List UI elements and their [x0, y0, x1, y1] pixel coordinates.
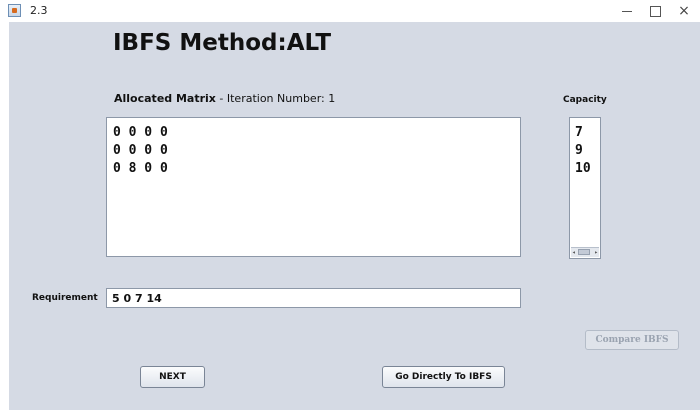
close-button[interactable]: × [666, 0, 700, 22]
horizontal-scrollbar[interactable]: ◂ ▸ [571, 247, 599, 257]
next-button[interactable]: NEXT [140, 366, 205, 388]
iteration-number-text: - Iteration Number: 1 [215, 92, 336, 105]
allocated-matrix-textarea[interactable]: 0 0 0 0 0 0 0 0 0 8 0 0 [106, 117, 521, 257]
matrix-row: 0 0 0 0 [113, 125, 168, 140]
requirement-field[interactable]: 5 0 7 14 [106, 288, 521, 308]
scroll-right-icon[interactable]: ▸ [594, 249, 598, 256]
go-directly-to-ibfs-button[interactable]: Go Directly To IBFS [382, 366, 505, 388]
allocated-matrix-title: Allocated Matrix [114, 92, 216, 105]
compare-ibfs-button[interactable]: Compare IBFS [585, 330, 679, 350]
scroll-thumb[interactable] [578, 249, 590, 255]
title-bar: 2.3 × [0, 0, 700, 22]
window-title: 2.3 [30, 4, 48, 17]
capacity-value: 10 [575, 161, 591, 176]
capacity-value: 9 [575, 143, 583, 158]
matrix-row: 0 0 0 0 [113, 143, 168, 158]
capacity-value: 7 [575, 125, 583, 140]
capacity-label: Capacity [563, 95, 607, 105]
scroll-left-icon[interactable]: ◂ [572, 249, 576, 256]
requirement-label: Requirement [32, 293, 98, 303]
allocated-matrix-label: Allocated Matrix - Iteration Number: 1 [114, 92, 335, 105]
matrix-row: 0 8 0 0 [113, 161, 168, 176]
capacity-list[interactable]: 7 9 10 ◂ ▸ [569, 117, 601, 259]
main-panel: IBFS Method:ALT Allocated Matrix - Itera… [9, 22, 700, 410]
page-title: IBFS Method:ALT [113, 30, 332, 56]
minimize-icon [622, 10, 632, 12]
close-icon: × [678, 3, 690, 19]
java-app-icon [8, 4, 21, 17]
maximize-icon [649, 5, 661, 17]
